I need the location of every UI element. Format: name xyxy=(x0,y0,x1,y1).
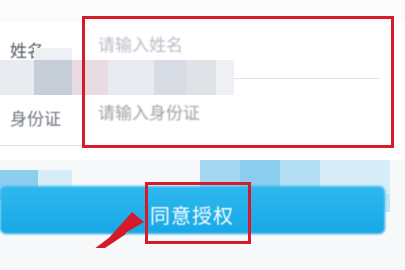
privacy-mosaic-a7 xyxy=(0,60,34,95)
button-highlight-box xyxy=(145,182,251,244)
input-highlight-box xyxy=(82,16,394,148)
bottom-strip xyxy=(0,248,405,270)
authorization-screen: 姓名 请输入姓名 身份证 请输入身份证 同意授权 xyxy=(0,0,405,270)
privacy-mosaic-a1 xyxy=(34,60,72,95)
privacy-mosaic-a8 xyxy=(34,48,72,60)
id-label: 身份证 xyxy=(10,110,61,130)
